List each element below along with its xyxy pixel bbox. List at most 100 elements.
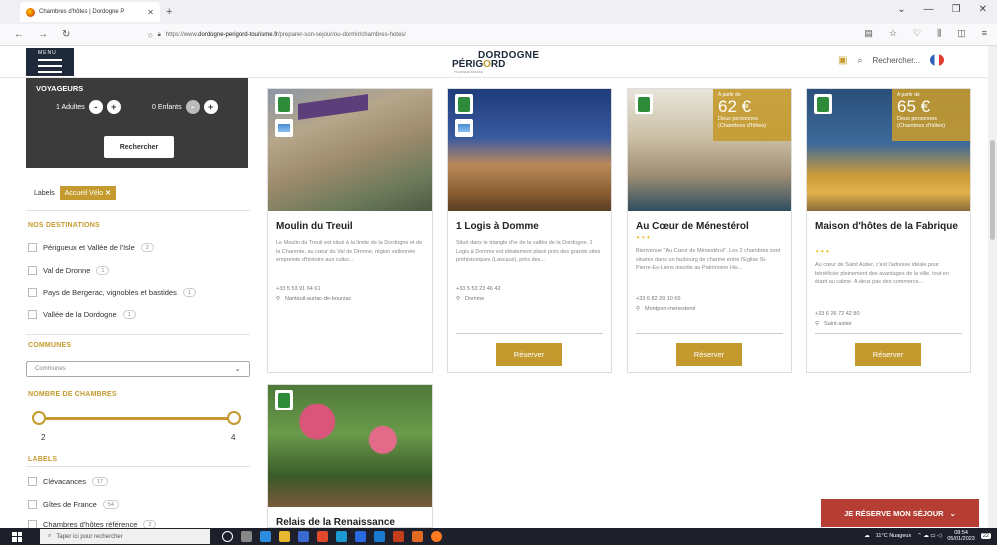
address-bar[interactable]: ◇ 🔒︎ https://www.dordogne-perigord-touri…	[148, 28, 406, 42]
cortana-icon[interactable]	[222, 531, 233, 542]
listing-title[interactable]: 1 Logis à Domme	[456, 221, 605, 233]
maximize-button[interactable]: ❐	[952, 4, 961, 15]
label-checkbox[interactable]: Clévacances 17	[28, 477, 109, 486]
destination-checkbox[interactable]: Val de Dronne 1	[28, 266, 110, 275]
firefox-icon[interactable]	[431, 531, 442, 542]
slider-min-handle[interactable]	[32, 411, 46, 425]
accueil-velo-icon	[275, 94, 293, 114]
listing-card[interactable]: 1 Logis à Domme Situé dans le triangle d…	[447, 88, 612, 373]
checkbox[interactable]	[28, 477, 37, 486]
checkbox[interactable]	[28, 266, 37, 275]
reload-icon[interactable]: ↻	[62, 29, 70, 40]
minimize-button[interactable]: —	[924, 4, 934, 15]
mail-icon[interactable]	[298, 531, 309, 542]
back-arrow-icon[interactable]: ←	[14, 29, 24, 40]
listing-card[interactable]: Relais de la Renaissance	[267, 384, 433, 528]
site-logo[interactable]: DORDOGNE PÉRIGORD TOURISME FRANCE	[452, 50, 552, 74]
notification-icon[interactable]: 22	[980, 533, 991, 539]
active-filter-tag[interactable]: Accueil Vélo ✕	[59, 186, 116, 200]
rating-stars: ✦✦✦	[815, 249, 831, 255]
children-counter: 0 Enfants - +	[152, 100, 218, 114]
language-flag-icon[interactable]	[930, 54, 945, 66]
menu-button[interactable]: MENU	[26, 48, 74, 76]
count-badge: 2	[140, 243, 154, 252]
bookmark-star-icon[interactable]: ☆	[889, 28, 897, 39]
browser-tab[interactable]: Chambres d'hôtes | Dordogne P ✕	[20, 2, 160, 22]
checkbox[interactable]	[28, 310, 37, 319]
label-checkbox[interactable]: Gîtes de France 54	[28, 500, 119, 509]
chrome-icon[interactable]	[317, 531, 328, 542]
outlook-icon[interactable]	[374, 531, 385, 542]
checkbox[interactable]	[28, 500, 37, 509]
powerpoint-icon[interactable]	[393, 531, 404, 542]
edge-icon[interactable]	[260, 531, 271, 542]
reserve-button[interactable]: Réserver	[496, 343, 562, 366]
window-controls: ⌄ — ❐ ✕	[897, 4, 987, 15]
checkbox[interactable]	[28, 520, 37, 528]
search-icon[interactable]: ⌕	[857, 55, 862, 66]
windows-taskbar: ⌕ Taper ici pour rechercher ☁ 11°C Nuage…	[0, 528, 997, 545]
count-badge: 1	[182, 288, 196, 297]
destination-checkbox[interactable]: Vallée de la Dordogne 1	[28, 310, 136, 319]
children-plus-button[interactable]: +	[203, 100, 218, 114]
app-menu-icon[interactable]: ≡	[982, 28, 987, 39]
count-badge: 1	[122, 310, 136, 319]
listing-location: ⚲ Nanteuil-auriac-de-bourzac	[276, 296, 351, 302]
communes-placeholder: Communes	[35, 366, 66, 372]
label-checkbox[interactable]: Chambres d'hôtes référence 2	[28, 520, 157, 528]
label-badge-icon	[275, 119, 293, 137]
listing-title[interactable]: Maison d'hôtes de la Fabrique	[815, 221, 964, 233]
checkbox[interactable]	[28, 243, 37, 252]
reserve-stay-button[interactable]: JE RÉSERVE MON SÉJOUR ⌄	[821, 499, 979, 527]
destination-checkbox[interactable]: Périgueux et Vallée de l'Isle 2	[28, 243, 154, 252]
reader-icon[interactable]: ▤	[864, 28, 873, 39]
destination-checkbox[interactable]: Pays de Bergerac, vignobles et bastides …	[28, 288, 196, 297]
communes-select[interactable]: Communes ⌄	[26, 361, 250, 377]
store-icon[interactable]	[336, 531, 347, 542]
listing-title[interactable]: Moulin du Treuil	[276, 221, 426, 233]
windows-start-icon[interactable]	[12, 531, 22, 542]
rooms-range-slider[interactable]	[38, 417, 236, 420]
logo-tagline: TOURISME FRANCE	[454, 70, 483, 74]
taskbar-apps	[222, 531, 442, 542]
adults-plus-button[interactable]: +	[106, 100, 121, 114]
new-tab-button[interactable]: +	[166, 6, 172, 18]
active-filters: Labels Accueil Vélo ✕	[34, 186, 116, 200]
weather-text[interactable]: 11°C Nuageux	[876, 533, 911, 539]
checkbox[interactable]	[28, 288, 37, 297]
scrollbar-thumb[interactable]	[990, 140, 995, 240]
listing-card[interactable]: Moulin du Treuil Le Moulin du Treuil est…	[267, 88, 433, 373]
app-icon[interactable]	[412, 531, 423, 542]
destination-label: Pays de Bergerac, vignobles et bastides	[43, 288, 177, 297]
file-explorer-icon[interactable]	[279, 531, 290, 542]
destination-label: Périgueux et Vallée de l'Isle	[43, 243, 135, 252]
listing-card[interactable]: A partir de 65 € Deux personnes (Chambre…	[806, 88, 971, 373]
forward-arrow-icon[interactable]: →	[38, 29, 48, 40]
page-scrollbar[interactable]	[988, 46, 997, 528]
listing-title[interactable]: Au Cœur de Ménestérol	[636, 221, 785, 233]
children-minus-button[interactable]: -	[185, 100, 200, 114]
map-pin-icon: ⚲	[276, 296, 281, 302]
close-window-button[interactable]: ✕	[979, 4, 987, 15]
library-icon[interactable]: ⫼	[937, 28, 941, 39]
clock[interactable]: 08:54 05/01/2023	[947, 530, 975, 542]
tab-close-icon[interactable]: ✕	[147, 8, 154, 17]
listing-card[interactable]: A partir de 62 € Deux personnes (Chambre…	[627, 88, 792, 373]
slider-max-handle[interactable]	[227, 411, 241, 425]
ie-icon[interactable]	[355, 531, 366, 542]
taskbar-search[interactable]: ⌕ Taper ici pour rechercher	[40, 529, 210, 544]
reserve-button[interactable]: Réserver	[855, 343, 921, 366]
listing-title[interactable]: Relais de la Renaissance	[276, 517, 426, 527]
favorites-icon[interactable]: ▣	[838, 55, 847, 66]
reserve-button[interactable]: Réserver	[676, 343, 742, 366]
pocket-icon[interactable]: ♡	[913, 28, 921, 39]
task-view-icon[interactable]	[241, 531, 252, 542]
search-button[interactable]: Rechercher	[104, 136, 174, 158]
tray-icons[interactable]: ⌃ ☁ ▭ ◁	[917, 533, 941, 539]
header-search-link[interactable]: Rechercher...	[873, 56, 921, 65]
sidebar-icon[interactable]: ◫	[957, 28, 966, 39]
tab-list-icon[interactable]: ⌄	[897, 4, 905, 15]
adults-minus-button[interactable]: -	[88, 100, 103, 114]
remove-tag-icon[interactable]: ✕	[105, 190, 111, 197]
count-badge: 17	[91, 477, 109, 486]
